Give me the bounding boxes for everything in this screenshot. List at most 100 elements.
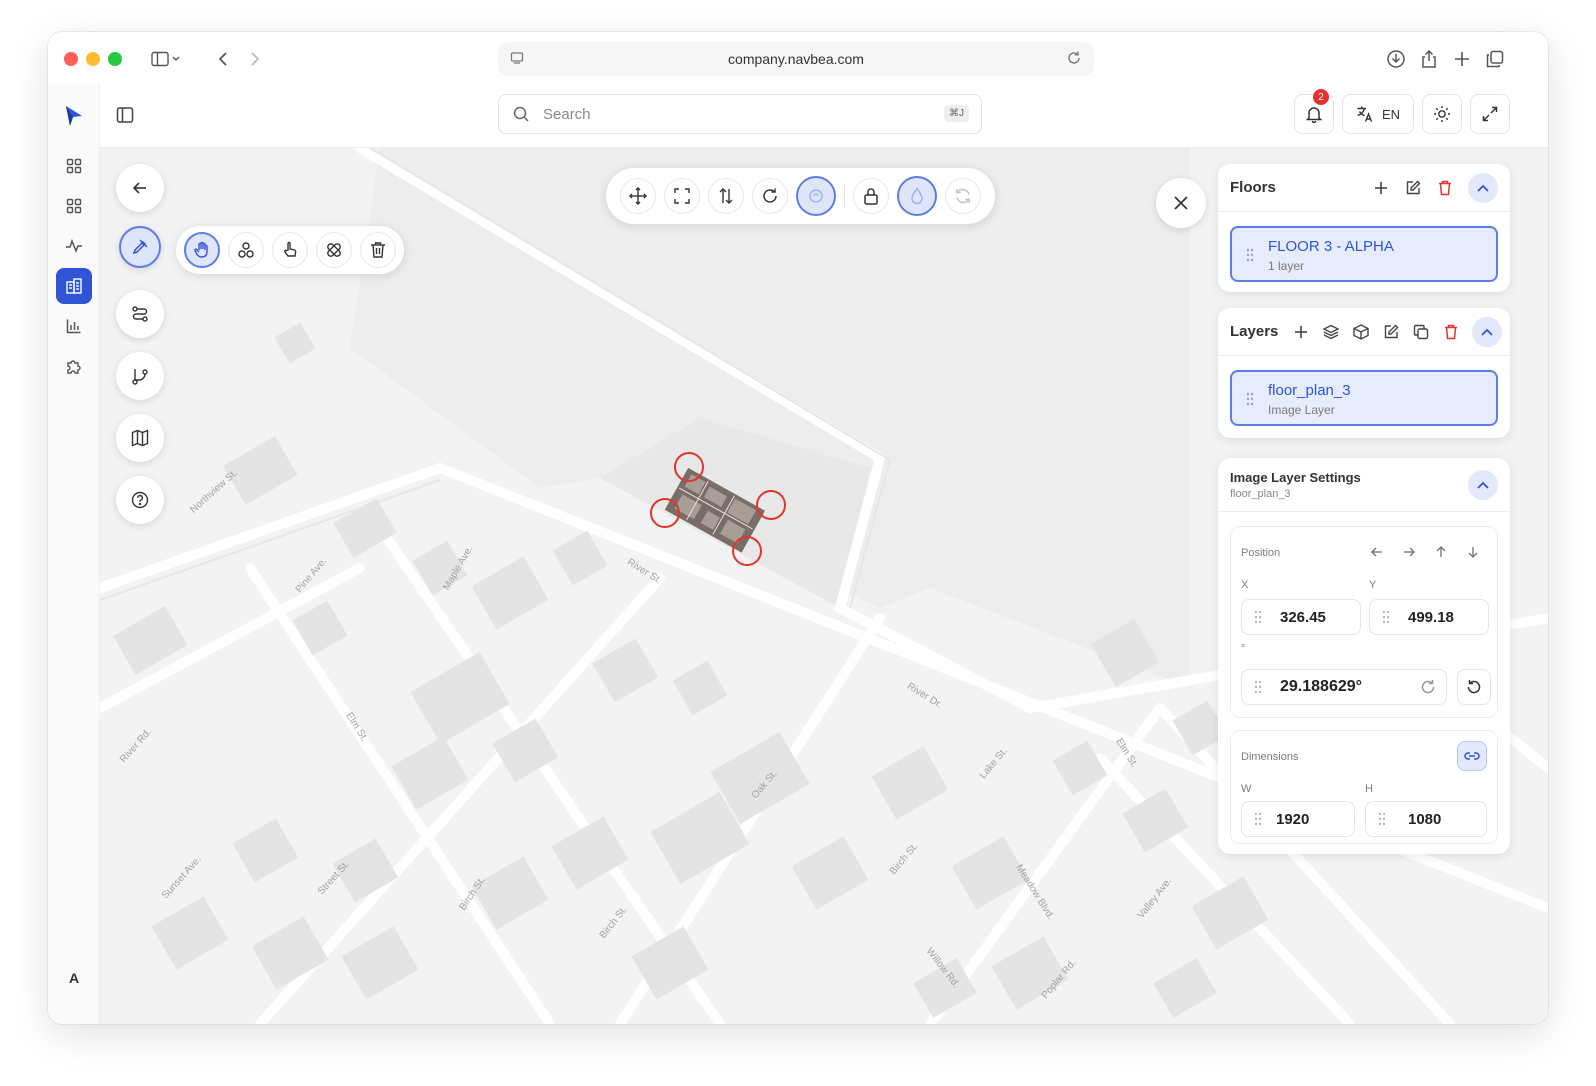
reset-button[interactable] [945,178,981,214]
collapse-settings-icon[interactable] [1468,469,1498,500]
translate-icon [1357,106,1373,122]
layers-panel-header: Layers [1218,308,1510,356]
map-canvas[interactable]: Northview St. Pine Ave. Maple Ave. River… [100,148,1548,1024]
theme-toggle-button[interactable] [1422,94,1462,134]
sidebar-toggle-icon[interactable] [144,44,188,74]
notifications-button[interactable]: 2 [1294,89,1334,134]
delete-floor-icon[interactable] [1436,179,1454,197]
edit-tool-button[interactable] [119,226,161,268]
y-input[interactable]: 499.18 [1369,599,1489,635]
move-button[interactable] [620,178,656,214]
minimize-window-button[interactable] [86,52,100,66]
help-button[interactable] [116,476,164,524]
drag-handle-icon [1378,812,1386,830]
fit-button[interactable] [664,178,700,214]
shapes-tool-button[interactable] [228,232,264,268]
image-settings-subtitle: floor_plan_3 [1230,487,1291,500]
rotate-cw-icon[interactable] [1420,679,1436,700]
delete-tool-button[interactable] [360,232,396,268]
branch-button[interactable] [116,352,164,400]
url-bar[interactable]: company.navbea.com [498,42,1094,76]
opacity-button[interactable] [897,176,937,216]
layers-stack-icon[interactable] [1322,323,1340,341]
floors-panel: Floors FLOOR 3 - ALPHA 1 layer [1218,164,1510,292]
edit-floor-icon[interactable] [1404,179,1422,197]
share-icon[interactable] [1415,44,1443,74]
buildings-icon[interactable] [56,268,92,304]
rotation-label: ° [1241,643,1246,655]
rotate-button[interactable] [752,178,788,214]
resize-handle-bottom[interactable] [732,536,762,566]
resize-handle-right[interactable] [756,490,786,520]
image-settings-header: Image Layer Settings floor_plan_3 [1218,458,1510,512]
lock-button[interactable] [853,178,889,214]
arrow-down-icon[interactable] [1467,545,1479,563]
collapse-layers-icon[interactable] [1472,316,1503,347]
reload-icon[interactable] [1066,50,1082,69]
pan-tool-button[interactable] [184,232,220,268]
layers-panel: Layers floor_plan_3 Image Layer [1218,308,1510,438]
sidebar-panel-icon[interactable] [116,106,134,129]
duplicate-layer-icon[interactable] [1412,323,1430,341]
pointer-tool-button[interactable] [272,232,308,268]
resize-handle-left[interactable] [650,498,680,528]
add-layer-icon[interactable] [1292,323,1310,341]
search-icon [513,106,529,126]
drag-handle-icon [1382,610,1390,628]
drag-handle-icon[interactable] [1246,248,1254,267]
back-icon[interactable] [210,44,236,74]
cube-icon[interactable] [1352,323,1370,341]
close-window-button[interactable] [64,52,78,66]
language-button[interactable]: EN [1342,94,1414,134]
apps-grid-icon[interactable] [56,188,92,224]
download-icon[interactable] [1382,44,1410,74]
back-button[interactable] [116,164,164,212]
bandage-tool-button[interactable] [316,232,352,268]
layer-item[interactable]: floor_plan_3 Image Layer [1230,370,1498,426]
forward-icon[interactable] [242,44,268,74]
close-icon [1174,196,1188,210]
maximize-window-button[interactable] [108,52,122,66]
puzzle-icon[interactable] [56,348,92,384]
new-tab-icon[interactable] [1448,44,1476,74]
floors-panel-header: Floors [1218,164,1510,212]
user-avatar[interactable]: A [56,960,92,996]
add-floor-icon[interactable] [1372,179,1390,197]
x-input[interactable]: 326.45 [1241,599,1361,635]
drag-handle-icon[interactable] [1246,392,1254,411]
pointer-hand-icon [284,241,297,257]
collapse-floors-icon[interactable] [1468,172,1498,203]
search-input[interactable]: Search ⌘J [498,94,982,134]
flip-button[interactable] [708,178,744,214]
navbea-logo-icon[interactable] [56,98,92,134]
aspect-lock-button[interactable] [1457,741,1487,771]
routes-button[interactable] [116,290,164,338]
close-editor-button[interactable] [1156,178,1206,228]
map-layers-button[interactable] [116,414,164,462]
rotation-input[interactable]: 29.188629° [1241,669,1447,705]
edit-subtoolbar [176,226,404,274]
delete-layer-icon[interactable] [1442,323,1460,341]
layer-meta: Image Layer [1268,403,1335,417]
fullscreen-button[interactable] [1470,94,1510,134]
analytics-icon[interactable] [56,308,92,344]
image-settings-panel: Image Layer Settings floor_plan_3 Positi… [1218,458,1510,854]
height-input[interactable]: 1080 [1365,801,1487,837]
layer-name: floor_plan_3 [1268,382,1351,399]
dashboard-icon[interactable] [56,148,92,184]
arrow-left-icon[interactable] [1371,545,1383,563]
resize-handle-top[interactable] [674,452,704,482]
reset-rotation-button[interactable] [1457,669,1491,705]
swap-vertical-icon [719,188,733,204]
width-input[interactable]: 1920 [1241,801,1355,837]
activity-icon[interactable] [56,228,92,264]
link-icon [1464,752,1480,760]
edit-layer-icon[interactable] [1382,323,1400,341]
arrow-right-icon[interactable] [1403,545,1415,563]
link-aspect-button[interactable] [796,176,836,216]
tabs-overview-icon[interactable] [1481,44,1509,74]
move-icon [629,187,647,205]
floor-item[interactable]: FLOOR 3 - ALPHA 1 layer [1230,226,1498,282]
layers-title: Layers [1230,323,1279,340]
arrow-up-icon[interactable] [1435,545,1447,563]
